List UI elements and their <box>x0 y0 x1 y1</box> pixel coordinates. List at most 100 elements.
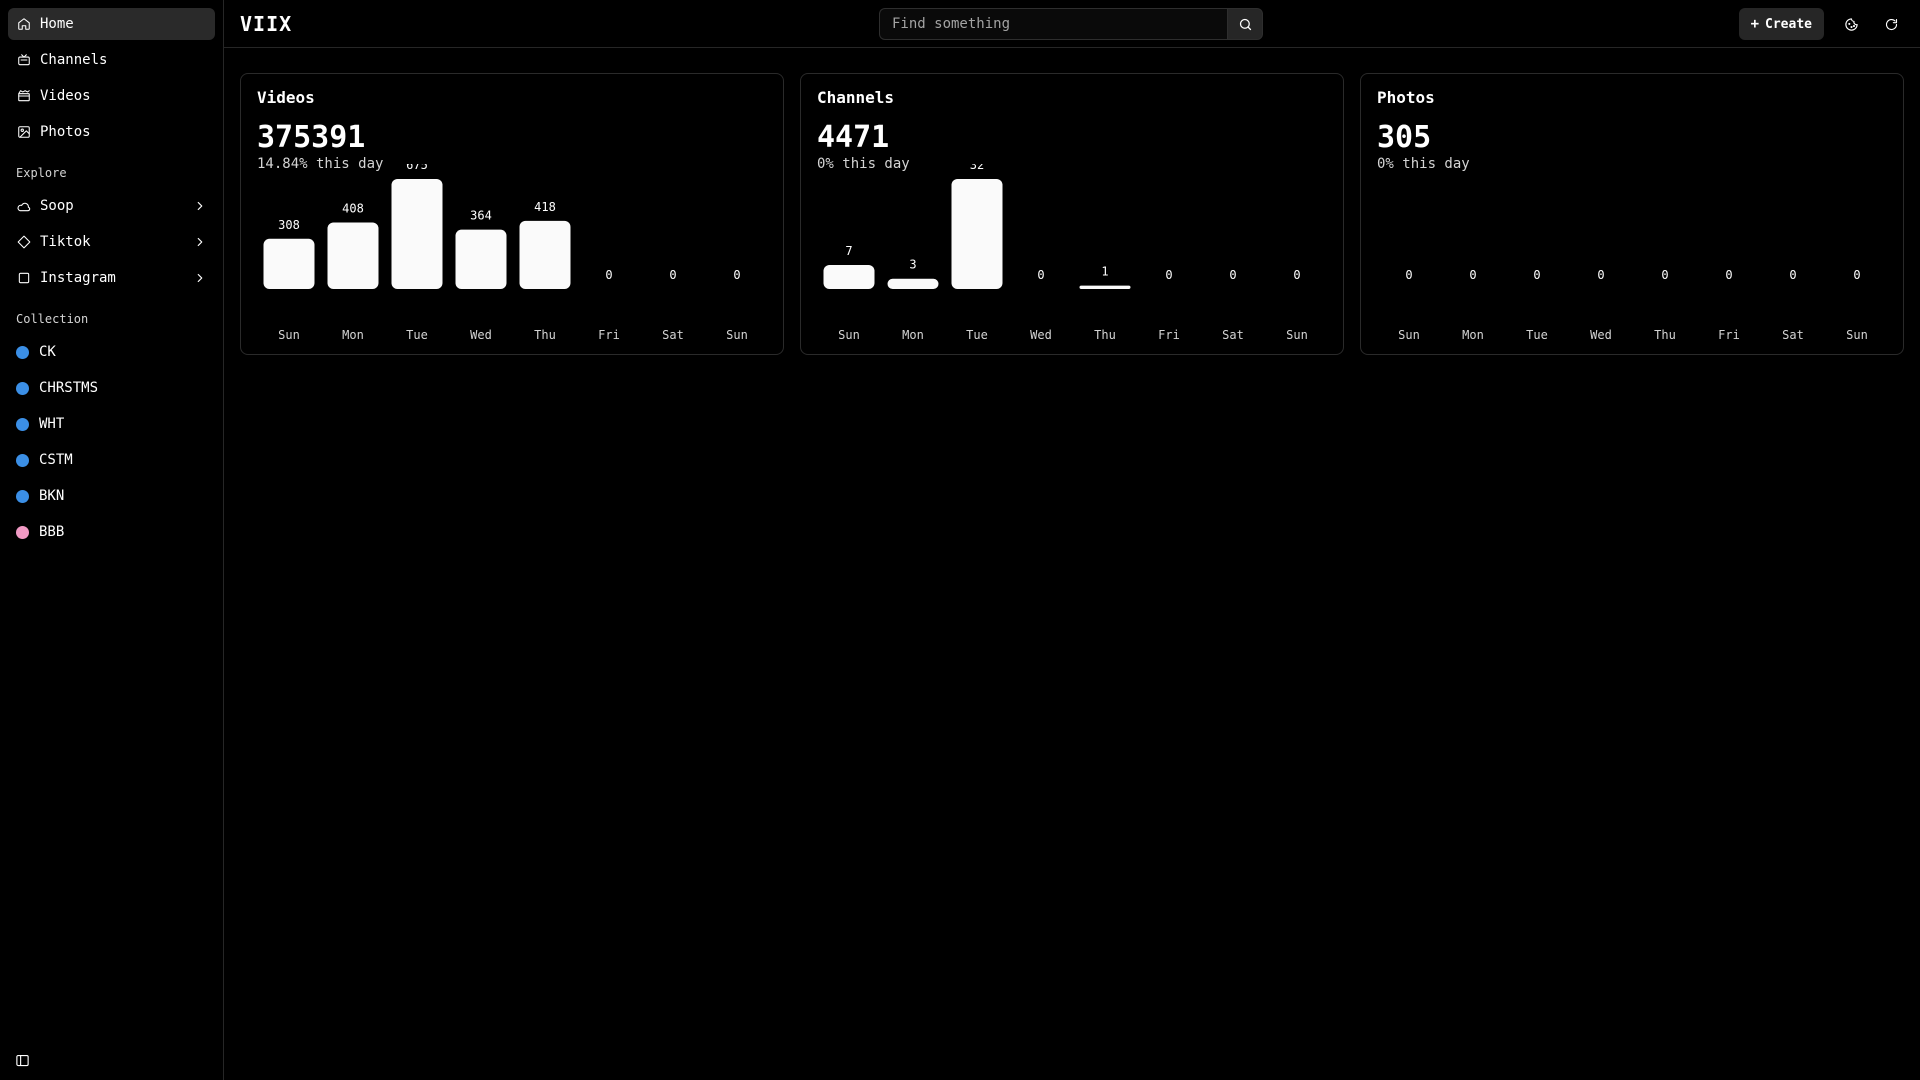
search-bar <box>879 8 1263 40</box>
chart-tick-label-5: Fri <box>1158 328 1180 342</box>
chart-data-label-5: 0 <box>605 268 612 282</box>
collection-color-dot <box>16 525 29 539</box>
chart-tick-label-2: Tue <box>406 328 428 342</box>
search-input[interactable] <box>879 8 1227 40</box>
chart-bar-2 <box>391 179 443 289</box>
chart-data-label-3: 0 <box>1037 268 1044 282</box>
chart-tick-label-3: Wed <box>1030 328 1052 342</box>
chart-tick-label-7: Sun <box>726 328 748 342</box>
chart-data-label-6: 0 <box>1229 268 1236 282</box>
collection-list: CK CHRSTMS WHT CSTM BKN BBB <box>8 336 215 548</box>
collection-color-dot <box>16 417 29 431</box>
create-button[interactable]: + Create <box>1738 8 1824 40</box>
sidebar-item-label: Home <box>40 16 74 32</box>
sidebar-item-label: BBB <box>39 524 65 540</box>
sidebar-item-label: CHRSTMS <box>39 380 99 396</box>
collection-color-dot <box>16 453 29 467</box>
sidebar-item-label: CSTM <box>39 452 73 468</box>
top-bar: VIIX + Create <box>224 0 1920 48</box>
chart-tick-label-1: Mon <box>1462 328 1484 342</box>
sidebar-collection-cstm[interactable]: CSTM <box>8 444 215 476</box>
chart-data-label-0: 308 <box>278 218 300 232</box>
channels-icon <box>16 52 32 68</box>
sidebar-item-label: Instagram <box>40 270 116 286</box>
sidebar-item-instagram[interactable]: Instagram <box>8 262 215 294</box>
chart-data-label-4: 0 <box>1661 268 1668 282</box>
chart-tick-label-6: Sat <box>1222 328 1244 342</box>
sidebar-item-soop[interactable]: Soop <box>8 190 215 222</box>
card-value: 4471 <box>817 120 890 155</box>
sidebar-item-label: Photos <box>40 124 91 140</box>
sidebar-item-label: BKN <box>39 488 65 504</box>
chart-tick-label-7: Sun <box>1286 328 1308 342</box>
sidebar-collection-bbb[interactable]: BBB <box>8 516 215 548</box>
channels-bar-chart: 7 Sun 3 Mon 32 Tue 0 Wed 1 Thu 0 Fri 0 Sat 0 Sun <box>823 164 1308 342</box>
sidebar-item-channels[interactable]: Channels <box>8 44 215 76</box>
chart-bar-0 <box>823 264 875 289</box>
chart-data-label-3: 364 <box>470 209 492 223</box>
cookie-icon[interactable] <box>1838 8 1864 40</box>
chart-bar-0 <box>263 238 315 289</box>
videos-bar-chart: 308 Sun 408 Mon 675 Tue 364 Wed 418 Thu 0 Fri 0 Sat 0 S… <box>263 164 748 342</box>
sidebar-item-label: Soop <box>40 198 74 214</box>
main-nav: Home Channels Videos Photos <box>8 8 215 148</box>
chart-data-label-3: 0 <box>1597 268 1604 282</box>
chart-data-label-7: 0 <box>1293 268 1300 282</box>
card-value: 375391 <box>257 120 366 155</box>
chart-tick-label-5: Fri <box>598 328 620 342</box>
card-title: Photos <box>1377 88 1435 107</box>
collection-color-dot <box>16 345 29 359</box>
main-content: VIIX + Create <box>224 0 1920 1080</box>
card-title: Channels <box>817 88 895 107</box>
photos-bar-chart: 0 Sun 0 Mon 0 Tue 0 Wed 0 Thu 0 Fri 0 Sat 0 Sun <box>1398 268 1868 342</box>
chart-data-label-2: 32 <box>970 164 984 172</box>
chart-data-label-6: 0 <box>669 268 676 282</box>
chart-bar-1 <box>327 222 379 289</box>
chart-data-label-2: 0 <box>1533 268 1540 282</box>
explore-section-label: Explore <box>16 166 67 180</box>
chart-tick-label-1: Mon <box>902 328 924 342</box>
chart-bar-2 <box>951 179 1003 289</box>
chart-tick-label-4: Thu <box>1094 328 1116 342</box>
sidebar-item-videos[interactable]: Videos <box>8 80 215 112</box>
search-button[interactable] <box>1227 8 1263 40</box>
chart-data-label-2: 675 <box>406 164 428 172</box>
sidebar-collection-ck[interactable]: CK <box>8 336 215 368</box>
toolbar-actions: + Create <box>1738 8 1904 40</box>
chart-tick-label-0: Sun <box>838 328 860 342</box>
chart-tick-label-3: Wed <box>470 328 492 342</box>
chevron-right-icon <box>193 235 207 249</box>
sidebar: Home Channels Videos Photos Explore Soop… <box>0 0 224 1080</box>
chart-data-label-4: 1 <box>1101 265 1108 279</box>
chart-bar-4 <box>519 220 571 289</box>
sidebar-item-tiktok[interactable]: Tiktok <box>8 226 215 258</box>
collection-color-dot <box>16 381 29 395</box>
chart-tick-label-2: Tue <box>966 328 988 342</box>
chart-tick-label-4: Thu <box>1654 328 1676 342</box>
home-icon <box>16 16 32 32</box>
chevron-right-icon <box>193 271 207 285</box>
refresh-icon[interactable] <box>1878 8 1904 40</box>
soop-icon <box>16 198 32 214</box>
chart-data-label-0: 7 <box>845 244 852 258</box>
chart-data-label-6: 0 <box>1789 268 1796 282</box>
chart-tick-label-2: Tue <box>1526 328 1548 342</box>
chart-tick-label-1: Mon <box>342 328 364 342</box>
app-logo[interactable]: VIIX <box>240 12 292 36</box>
create-button-label: Create <box>1765 16 1812 32</box>
sidebar-item-label: Videos <box>40 88 91 104</box>
chart-tick-label-4: Thu <box>534 328 556 342</box>
sidebar-item-photos[interactable]: Photos <box>8 116 215 148</box>
stats-cards: Videos 375391 14.84% this day 308 Sun 408 M… <box>240 73 1904 355</box>
search-icon <box>1239 18 1251 30</box>
chart-data-label-1: 408 <box>342 202 364 216</box>
sidebar-collection-bkn[interactable]: BKN <box>8 480 215 512</box>
chart-data-label-4: 418 <box>534 200 556 214</box>
sidebar-toggle-icon[interactable] <box>14 1052 30 1068</box>
chart-tick-label-6: Sat <box>1782 328 1804 342</box>
collection-section-label: Collection <box>16 312 89 326</box>
chart-tick-label-5: Fri <box>1718 328 1740 342</box>
sidebar-collection-chrstms[interactable]: CHRSTMS <box>8 372 215 404</box>
sidebar-item-home[interactable]: Home <box>8 8 215 40</box>
sidebar-collection-wht[interactable]: WHT <box>8 408 215 440</box>
